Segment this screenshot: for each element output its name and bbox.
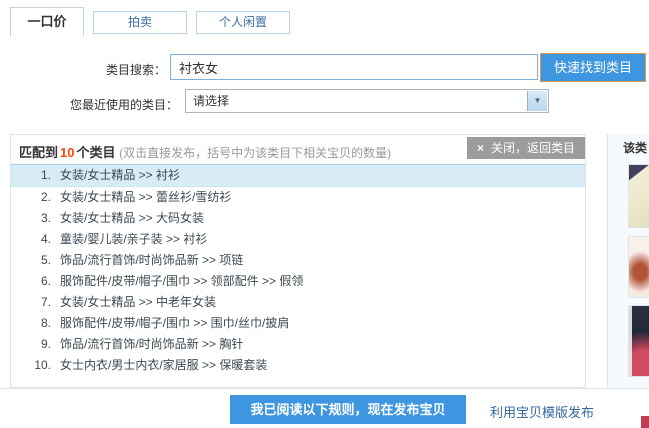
footer-divider	[0, 388, 649, 389]
cropped-product-thumbnail	[641, 416, 649, 428]
list-item-text: 女装/女士精品 >> 大码女装	[60, 211, 204, 225]
match-hint: (双击直接发布，括号中为该类目下相关宝贝的数量)	[119, 146, 391, 160]
chevron-down-icon[interactable]: ▼	[527, 91, 547, 111]
tab-fixed-price[interactable]: 一口价	[10, 7, 84, 36]
match-prefix: 匹配到	[19, 145, 58, 160]
list-item-number: 7.	[11, 292, 51, 313]
recent-category-label: 您最近使用的类目：	[20, 96, 178, 113]
quick-find-category-button[interactable]: 快速找到类目	[540, 53, 646, 82]
accessory-product-thumbnail[interactable]	[628, 236, 649, 298]
list-item-number: 10.	[11, 355, 51, 376]
list-item[interactable]: 3. 女装/女士精品 >> 大码女装	[11, 208, 585, 229]
close-icon: ×	[477, 141, 484, 155]
close-button-label: 关闭，返回类目	[491, 141, 575, 155]
list-item[interactable]: 4. 童装/婴儿装/亲子装 >> 衬衫	[11, 229, 585, 250]
publish-item-button[interactable]: 我已阅读以下规则，现在发布宝贝	[230, 395, 466, 424]
list-item[interactable]: 5. 饰品/流行首饰/时尚饰品新 >> 项链	[11, 250, 585, 271]
use-template-link[interactable]: 利用宝贝模版发布	[490, 402, 594, 421]
list-item-number: 8.	[11, 313, 51, 334]
related-items-title: 该类	[623, 139, 647, 156]
list-item[interactable]: 2. 女装/女士精品 >> 蕾丝衫/雪纺衫	[11, 187, 585, 208]
recent-category-select[interactable]: 请选择 ▼	[185, 89, 549, 113]
list-item[interactable]: 7. 女装/女士精品 >> 中老年女装	[11, 292, 585, 313]
list-item[interactable]: 10. 女士内衣/男士内衣/家居服 >> 保暖套装	[11, 355, 585, 376]
recent-category-selected-value: 请选择	[193, 94, 229, 108]
list-item-text: 服饰配件/皮带/帽子/围巾 >> 围巾/丝巾/披肩	[60, 316, 289, 330]
list-item-text: 女装/女士精品 >> 蕾丝衫/雪纺衫	[60, 190, 231, 204]
category-search-label: 类目搜索：	[20, 61, 166, 78]
scarf-product-thumbnail[interactable]	[628, 305, 649, 377]
shirt-product-thumbnail[interactable]	[628, 164, 649, 228]
list-item-text: 童装/婴儿装/亲子装 >> 衬衫	[60, 232, 207, 246]
list-item-text: 女装/女士精品 >> 中老年女装	[60, 295, 216, 309]
list-item-number: 3.	[11, 208, 51, 229]
list-item[interactable]: 6. 服饰配件/皮带/帽子/围巾 >> 领部配件 >> 假领	[11, 271, 585, 292]
matched-categories-panel: 匹配到10个类目 (双击直接发布，括号中为该类目下相关宝贝的数量) × 关闭，返回…	[10, 134, 586, 388]
tab-personal-idle[interactable]: 个人闲置	[196, 11, 290, 34]
match-suffix: 个类目	[76, 145, 115, 160]
list-item-text: 服饰配件/皮带/帽子/围巾 >> 领部配件 >> 假领	[60, 274, 303, 288]
related-items-panel: 该类	[607, 134, 649, 388]
matched-categories-header: 匹配到10个类目 (双击直接发布，括号中为该类目下相关宝贝的数量) × 关闭，返回…	[11, 135, 585, 164]
list-item-number: 5.	[11, 250, 51, 271]
list-item-number: 9.	[11, 334, 51, 355]
list-item-number: 4.	[11, 229, 51, 250]
list-item-text: 女装/女士精品 >> 衬衫	[60, 168, 180, 182]
list-item-number: 2.	[11, 187, 51, 208]
list-item-number: 1.	[11, 165, 51, 186]
list-item[interactable]: 9. 饰品/流行首饰/时尚饰品新 >> 胸针	[11, 334, 585, 355]
tab-auction[interactable]: 拍卖	[93, 11, 187, 34]
category-select-page: 一口价 拍卖 个人闲置 类目搜索： 快速找到类目 您最近使用的类目： 请选择 ▼…	[0, 0, 649, 428]
list-item[interactable]: 1. 女装/女士精品 >> 衬衫	[11, 164, 585, 187]
list-item-number: 6.	[11, 271, 51, 292]
match-summary: 匹配到10个类目 (双击直接发布，括号中为该类目下相关宝贝的数量)	[19, 142, 391, 161]
match-list: 1. 女装/女士精品 >> 衬衫 2. 女装/女士精品 >> 蕾丝衫/雪纺衫 3. 女装/…	[11, 165, 585, 376]
category-search-input[interactable]	[170, 54, 538, 80]
close-return-category-button[interactable]: × 关闭，返回类目	[467, 137, 585, 159]
list-item-text: 饰品/流行首饰/时尚饰品新 >> 项链	[60, 253, 243, 267]
list-item-text: 饰品/流行首饰/时尚饰品新 >> 胸针	[60, 337, 243, 351]
list-item[interactable]: 8. 服饰配件/皮带/帽子/围巾 >> 围巾/丝巾/披肩	[11, 313, 585, 334]
match-count: 10	[58, 145, 76, 160]
list-item-text: 女士内衣/男士内衣/家居服 >> 保暖套装	[60, 358, 267, 372]
